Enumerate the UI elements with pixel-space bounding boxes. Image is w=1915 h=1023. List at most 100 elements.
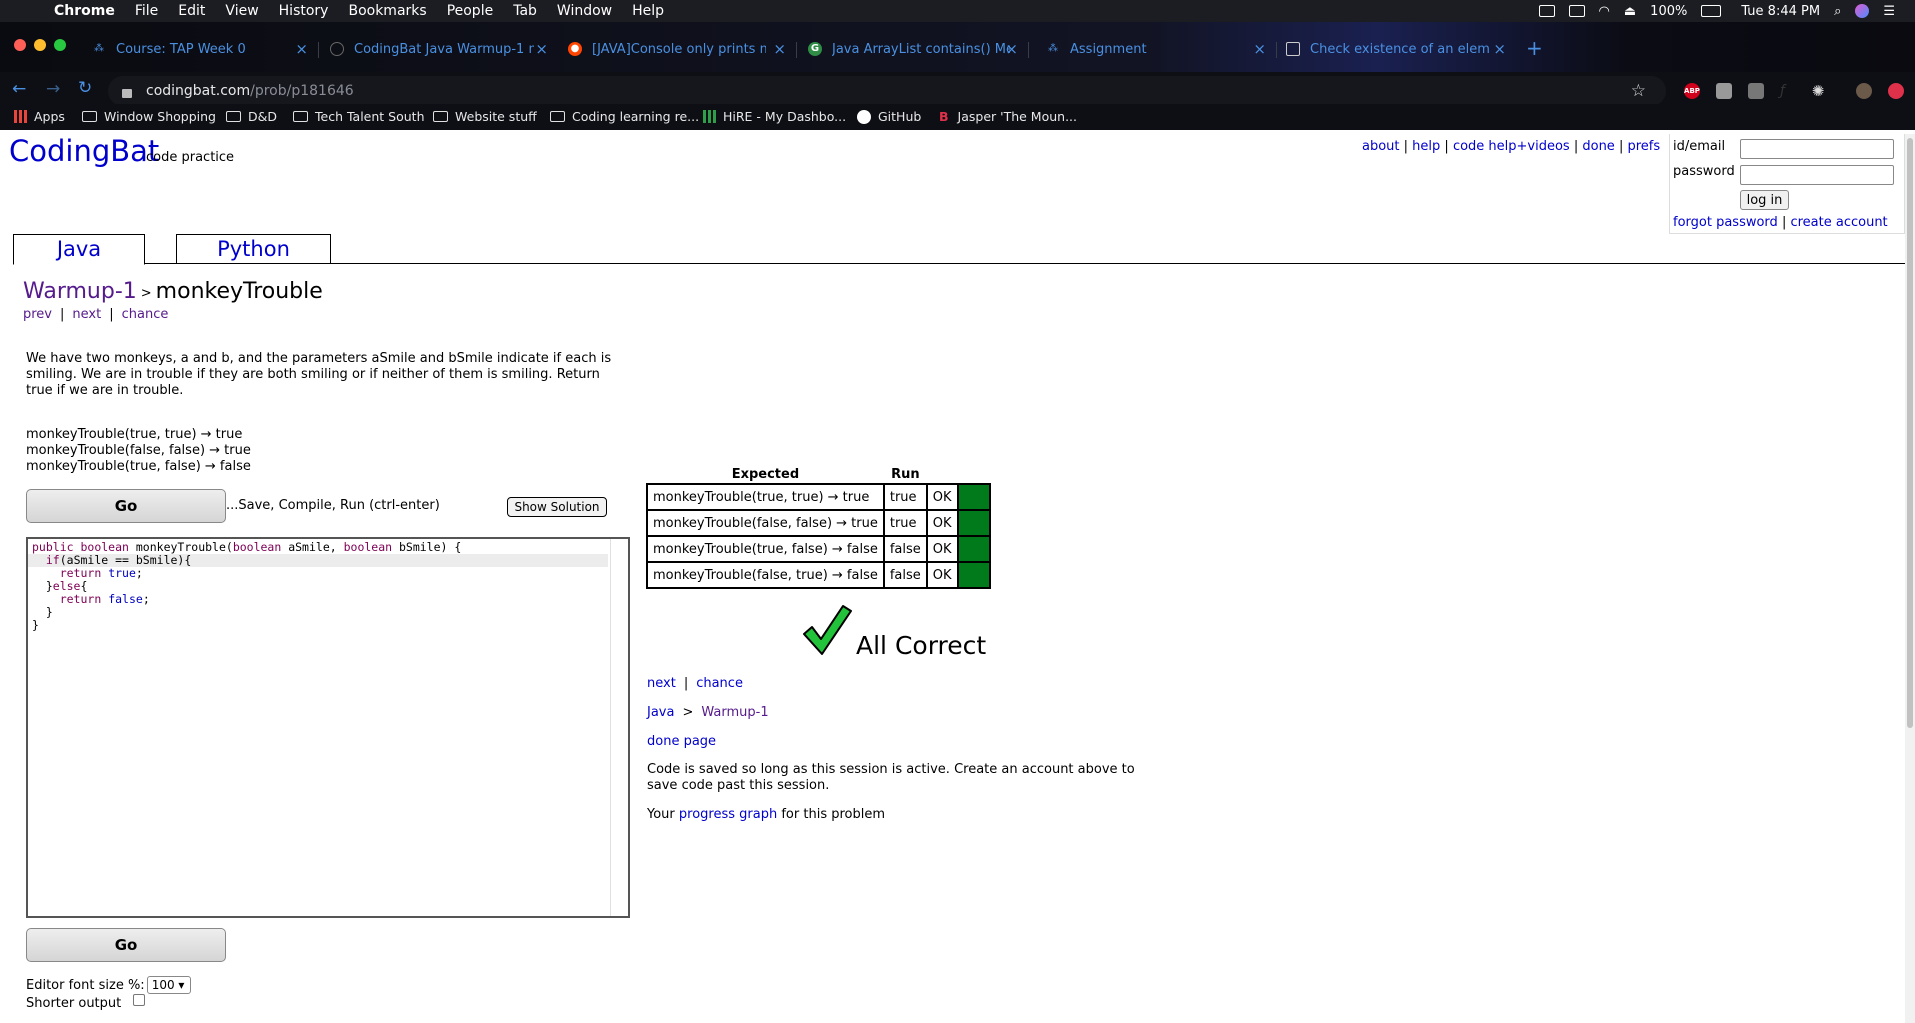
minimize-window-button[interactable] xyxy=(34,39,46,51)
airplay-icon[interactable] xyxy=(1568,5,1585,17)
show-solution-button[interactable]: Show Solution xyxy=(507,497,607,517)
bookmark-folder[interactable]: D&D xyxy=(226,109,277,124)
next-link-bottom[interactable]: next xyxy=(647,676,676,691)
menu-window[interactable]: Window xyxy=(547,3,622,19)
extension-icon[interactable] xyxy=(1716,83,1732,99)
menu-view[interactable]: View xyxy=(215,3,268,19)
react-devtools-icon[interactable]: ✺ xyxy=(1810,83,1826,99)
editor-font-size-select[interactable]: 100 ▾ xyxy=(146,976,191,994)
bookmark-jasper[interactable]: B Jasper 'The Moun... xyxy=(939,109,1077,124)
spotlight-search-icon[interactable]: ⌕ xyxy=(1834,4,1841,19)
scrollbar-thumb[interactable] xyxy=(1907,138,1913,728)
bookmark-github[interactable]: GitHub xyxy=(857,109,921,124)
tab-title: Check existence of an element xyxy=(1310,41,1490,57)
menu-chrome[interactable]: Chrome xyxy=(42,3,125,19)
create-account-link[interactable]: create account xyxy=(1790,215,1887,230)
menu-bookmarks[interactable]: Bookmarks xyxy=(338,3,436,19)
tab-java[interactable]: Java xyxy=(13,234,145,265)
tab-assignment[interactable]: ⁂ Assignment × xyxy=(1046,34,1266,64)
page-scrollbar[interactable] xyxy=(1905,134,1915,1023)
close-tab-icon[interactable]: × xyxy=(1005,40,1018,58)
adblock-icon[interactable]: ABP xyxy=(1684,83,1700,99)
result-breadcrumb: Java > Warmup-1 xyxy=(647,705,769,720)
prev-link[interactable]: prev xyxy=(23,307,52,322)
tab-reddit[interactable]: ● [JAVA]Console only prints mes × xyxy=(568,34,786,64)
tab-arraylist[interactable]: G Java ArrayList contains() Meth × xyxy=(808,34,1018,64)
menu-tab[interactable]: Tab xyxy=(503,3,547,19)
chance-link[interactable]: chance xyxy=(122,307,169,322)
battery-icon[interactable] xyxy=(1701,5,1722,17)
color-header xyxy=(958,467,990,484)
notification-center-icon[interactable]: ☰ xyxy=(1883,4,1895,19)
menu-people[interactable]: People xyxy=(437,3,504,19)
close-tab-icon[interactable]: × xyxy=(773,40,786,58)
bookmark-folder[interactable]: Website stuff xyxy=(433,109,537,124)
extension-icon[interactable] xyxy=(1748,83,1764,99)
log-in-button[interactable]: log in xyxy=(1740,190,1789,210)
bookmark-apps[interactable]: Apps xyxy=(14,109,65,124)
wifi-icon[interactable]: ◠ xyxy=(1599,4,1610,19)
tab-check-existence[interactable]: Check existence of an element × xyxy=(1286,34,1506,64)
tab-course[interactable]: ⁂ Course: TAP Week 0 × xyxy=(92,34,308,64)
id-email-input[interactable] xyxy=(1740,139,1894,159)
progress-graph-link[interactable]: progress graph xyxy=(679,807,777,822)
password-input[interactable] xyxy=(1740,165,1894,185)
next-link[interactable]: next xyxy=(72,307,101,322)
bookmark-folder[interactable]: Window Shopping xyxy=(82,109,216,124)
code-text[interactable]: public boolean monkeyTrouble(boolean aSm… xyxy=(32,541,461,632)
bookmark-label: Website stuff xyxy=(455,109,537,124)
nav-help-link[interactable]: help xyxy=(1412,139,1440,154)
nav-done-link[interactable]: done xyxy=(1582,139,1614,154)
chance-link-bottom[interactable]: chance xyxy=(696,676,743,691)
menu-help[interactable]: Help xyxy=(622,3,674,19)
menu-history[interactable]: History xyxy=(269,3,339,19)
folder-icon xyxy=(226,111,241,122)
clock[interactable]: Tue 8:44 PM xyxy=(1741,4,1820,19)
pass-indicator xyxy=(956,483,991,511)
close-tab-icon[interactable]: × xyxy=(1253,40,1266,58)
profile-avatar[interactable] xyxy=(1856,83,1872,99)
code-editor[interactable]: public boolean monkeyTrouble(boolean aSm… xyxy=(26,537,630,918)
go-button[interactable]: Go xyxy=(26,489,226,523)
close-tab-icon[interactable]: × xyxy=(1493,40,1506,58)
menu-edit[interactable]: Edit xyxy=(168,3,215,19)
nav-prefs-link[interactable]: prefs xyxy=(1627,139,1660,154)
extension-icon[interactable] xyxy=(1888,83,1904,99)
forward-icon[interactable]: → xyxy=(46,79,60,99)
section-link[interactable]: Warmup-1 xyxy=(23,279,137,304)
close-window-button[interactable] xyxy=(14,39,26,51)
bookmark-star-icon[interactable]: ☆ xyxy=(1631,81,1646,101)
bookmark-hire[interactable]: HiRE - My Dashbo... xyxy=(703,109,846,124)
close-tab-icon[interactable]: × xyxy=(535,40,548,58)
done-page-link[interactable]: done page xyxy=(647,734,716,749)
warmup-link[interactable]: Warmup-1 xyxy=(701,705,768,720)
reload-icon[interactable]: ↻ xyxy=(78,78,92,98)
reddit-icon: ● xyxy=(568,42,582,56)
nav-about-link[interactable]: about xyxy=(1362,139,1400,154)
codingbat-logo[interactable]: CodingBat xyxy=(9,134,159,168)
run-cell: false xyxy=(882,561,928,589)
bookmark-folder[interactable]: Tech Talent South xyxy=(293,109,425,124)
maximize-window-button[interactable] xyxy=(54,39,66,51)
eject-icon[interactable]: ⏏ xyxy=(1624,4,1636,19)
go-button-bottom[interactable]: Go xyxy=(26,928,226,962)
siri-icon[interactable] xyxy=(1855,4,1870,18)
shorter-output-checkbox[interactable] xyxy=(133,993,146,1006)
tab-codingbat[interactable]: CodingBat Java Warmup-1 mo × xyxy=(330,34,548,64)
menu-file[interactable]: File xyxy=(125,3,168,19)
tab-python[interactable]: Python xyxy=(176,234,331,264)
java-link[interactable]: Java xyxy=(647,705,674,720)
extension-icon[interactable]: ƒ xyxy=(1780,83,1796,99)
battery-percent[interactable]: 100% xyxy=(1650,4,1687,19)
id-email-label: id/email xyxy=(1673,139,1726,154)
back-icon[interactable]: ← xyxy=(12,79,26,99)
problem-nav: prev | next | chance xyxy=(23,307,169,322)
new-tab-icon[interactable]: + xyxy=(1526,36,1543,60)
bookmark-folder[interactable]: Coding learning re... xyxy=(550,109,699,124)
progress-note: Your progress graph for this problem xyxy=(647,807,886,822)
nav-code-help-videos-link[interactable]: code help+videos xyxy=(1453,139,1570,154)
mission-control-icon[interactable] xyxy=(1538,5,1555,17)
close-tab-icon[interactable]: × xyxy=(295,40,308,58)
forgot-password-link[interactable]: forgot password xyxy=(1673,215,1778,230)
address-bar[interactable]: codingbat.com/prob/p181646 ☆ xyxy=(108,76,1666,106)
